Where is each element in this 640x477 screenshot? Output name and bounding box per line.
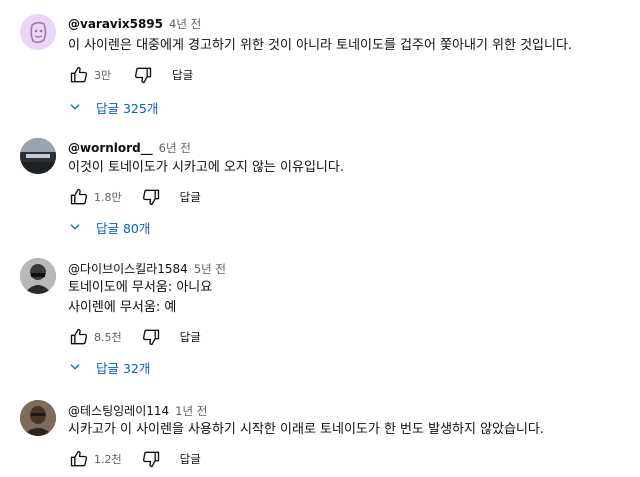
thumbs-up-icon bbox=[70, 328, 88, 345]
comment-text-line: 사이렌에 무서움: 예 bbox=[68, 300, 177, 315]
like-button[interactable] bbox=[68, 64, 90, 86]
comment-time[interactable]: 4년 전 bbox=[169, 17, 201, 31]
comment-author[interactable]: @wornlord__ bbox=[68, 141, 153, 155]
thumbs-up-icon bbox=[70, 188, 88, 205]
comment-time[interactable]: 6년 전 bbox=[159, 141, 191, 155]
thumbs-down-icon bbox=[134, 67, 152, 84]
comment-actions: 3만 답글 bbox=[68, 64, 193, 86]
dislike-button[interactable] bbox=[140, 186, 162, 208]
reply-button[interactable]: 답글 bbox=[180, 451, 201, 467]
replies-label: 답글 32개 bbox=[96, 360, 151, 376]
reply-button[interactable]: 답글 bbox=[172, 67, 193, 83]
view-replies-button[interactable]: 답글 325개 bbox=[68, 96, 158, 118]
chevron-down-icon bbox=[70, 104, 80, 110]
comment-author[interactable]: @다이브이스킬라1584 bbox=[68, 262, 188, 276]
comment-author[interactable]: @varavix5895 bbox=[68, 17, 163, 31]
replies-label: 답글 80개 bbox=[96, 220, 151, 236]
thumbs-down-icon bbox=[142, 451, 159, 468]
thumbs-up-icon bbox=[70, 66, 88, 83]
thumbs-up-icon bbox=[70, 450, 88, 467]
comment-author[interactable]: @테스팅잉레이114 bbox=[68, 404, 169, 418]
like-count: 1.2천 bbox=[94, 453, 122, 466]
comment-header: @wornlord__ 6년 전 bbox=[68, 140, 191, 156]
like-count: 3만 bbox=[94, 69, 112, 82]
reply-button[interactable]: 답글 bbox=[180, 189, 201, 205]
view-replies-button[interactable]: 답글 32개 bbox=[68, 356, 150, 378]
comment-time[interactable]: 1년 전 bbox=[175, 404, 207, 418]
comment-header: @테스팅잉레이114 1년 전 bbox=[68, 402, 207, 419]
comment-actions: 1.8만 답글 bbox=[68, 186, 201, 208]
dislike-button[interactable] bbox=[140, 326, 162, 348]
comment-header: @varavix5895 4년 전 bbox=[68, 16, 201, 32]
avatar[interactable] bbox=[20, 138, 56, 174]
view-replies-button[interactable]: 답글 80개 bbox=[68, 216, 150, 238]
like-button[interactable] bbox=[68, 186, 90, 208]
comment-text-line: 토네이도에 무서움: 아니요 bbox=[68, 280, 213, 295]
reply-button[interactable]: 답글 bbox=[180, 329, 201, 345]
comment-actions: 1.2천 답글 bbox=[68, 448, 201, 470]
avatar[interactable] bbox=[20, 400, 56, 436]
avatar-photo-icon bbox=[20, 258, 56, 294]
thumbs-down-icon bbox=[142, 189, 159, 206]
avatar-face-icon bbox=[20, 14, 56, 50]
comment-time[interactable]: 5년 전 bbox=[194, 262, 226, 276]
replies-label: 답글 325개 bbox=[96, 100, 159, 116]
comment-text: 이것이 토네이도가 시카고에 오지 않는 이유입니다. bbox=[68, 160, 344, 175]
chevron-down-icon bbox=[70, 364, 80, 370]
like-button[interactable] bbox=[68, 326, 90, 348]
comment-actions: 8.5천 답글 bbox=[68, 326, 201, 348]
thumbs-down-icon bbox=[142, 329, 159, 346]
comment-header: @다이브이스킬라1584 5년 전 bbox=[68, 260, 226, 277]
like-button[interactable] bbox=[68, 448, 90, 470]
like-count: 1.8만 bbox=[94, 191, 122, 204]
avatar-photo-icon bbox=[20, 400, 56, 436]
dislike-button[interactable] bbox=[132, 64, 154, 86]
dislike-button[interactable] bbox=[140, 448, 162, 470]
like-count: 8.5천 bbox=[94, 331, 122, 344]
chevron-down-icon bbox=[70, 224, 80, 230]
avatar[interactable] bbox=[20, 14, 56, 50]
comment-text: 시카고가 이 사이렌을 사용하기 시작한 이래로 토네이도가 한 번도 발생하지… bbox=[68, 422, 545, 437]
avatar-photo-icon bbox=[20, 138, 56, 174]
avatar[interactable] bbox=[20, 258, 56, 294]
comment-text: 이 사이렌은 대중에게 경고하기 위한 것이 아니라 토네이도를 겁주어 쫓아내… bbox=[68, 38, 573, 53]
